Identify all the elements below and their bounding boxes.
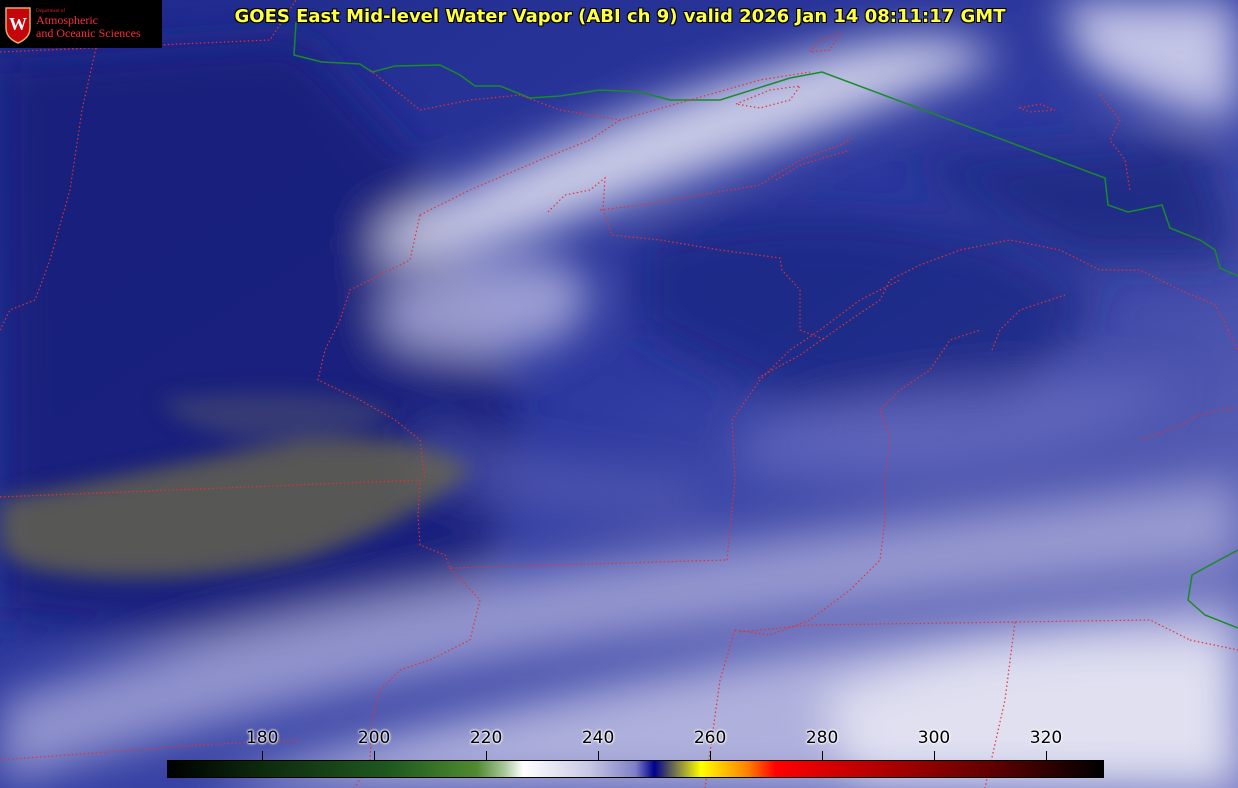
- colorbar-tick-mark: [598, 751, 600, 760]
- colorbar-tick-mark: [822, 751, 824, 760]
- colorbar-tick-label: 320: [1029, 728, 1063, 748]
- colorbar-tick-label: 200: [357, 728, 391, 748]
- colorbar-tick-mark: [374, 751, 376, 760]
- colorbar-tick-label: 260: [693, 728, 727, 748]
- colorbar-tick-mark: [710, 751, 712, 760]
- colorbar: 180 200 220 240 260 280 300 320: [167, 728, 1104, 778]
- colorbar-tick-label: 280: [805, 728, 839, 748]
- colorbar-tick-label: 300: [917, 728, 951, 748]
- logo-line-3: and Oceanic Sciences: [36, 25, 141, 40]
- logo-line-2: Atmospheric: [36, 13, 98, 28]
- colorbar-tick-mark: [934, 751, 936, 760]
- uw-aos-logo: W Department of Atmospheric and Oceanic …: [0, 0, 162, 48]
- crest-letter: W: [9, 14, 27, 34]
- colorbar-tick-label: 220: [469, 728, 503, 748]
- colorbar-tick-label: 180: [245, 728, 279, 748]
- colorbar-tick-mark: [1046, 751, 1047, 760]
- uw-crest-icon: W: [5, 7, 31, 44]
- colorbar-tick-mark: [486, 751, 488, 760]
- colorbar-gradient: [167, 760, 1104, 778]
- colorbar-tick-mark: [262, 751, 264, 760]
- colorbar-tick-label: 240: [581, 728, 615, 748]
- map-title: GOES East Mid-level Water Vapor (ABI ch …: [234, 6, 1006, 27]
- water-vapor-map: [0, 0, 1238, 788]
